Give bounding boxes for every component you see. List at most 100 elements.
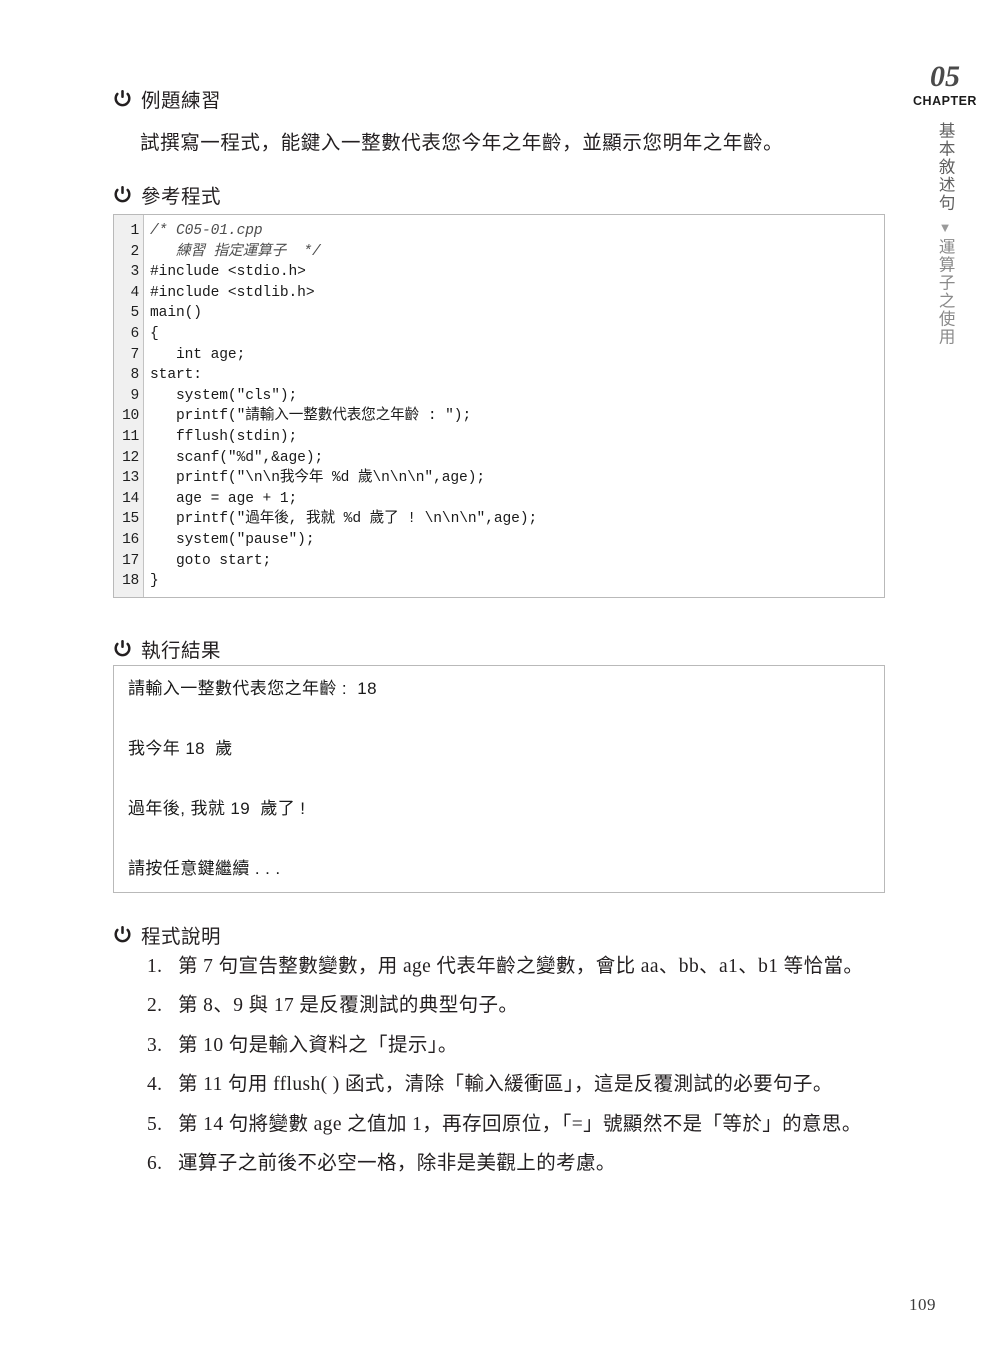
- code-line-number: 11: [122, 428, 139, 445]
- code-line-number: 8: [130, 367, 140, 384]
- explanation-item: 1. 第 7 句宣告整數變數，用 age 代表年齡之變數，會比 aa、bb、a1、…: [147, 952, 892, 982]
- power-icon: [113, 89, 132, 108]
- execution-output-lines: 請輸入一整數代表您之年齡 : 18 我今年 18 歲過年後, 我就 19 歲了 !…: [128, 679, 884, 892]
- code-line-text: /* C05-01.cpp: [150, 223, 263, 239]
- code-line-text: fflush(stdin);: [150, 428, 298, 445]
- code-line-text: printf("過年後, 我就 %d 歲了 ! \n\n\n",age);: [150, 511, 538, 528]
- code-lines-container: 1/* C05-01.cpp 2 練習 指定運算子 */3 #include <st…: [114, 215, 884, 592]
- explanation-item: 4. 第 11 句用 fflush( ) 函式，清除「輸入緩衝區」，這是反覆測試的…: [147, 1070, 892, 1100]
- explanation-item-number: 5.: [147, 1113, 163, 1135]
- chapter-rail: 05 CHAPTER 基本敘述句 ▼ 運算子之使用: [905, 62, 985, 351]
- code-line-text: start:: [150, 367, 202, 384]
- code-line: 6{: [114, 324, 884, 345]
- section-header-example: 例題練習: [113, 84, 221, 113]
- explanation-item-number: 4.: [147, 1074, 163, 1096]
- explanation-list: 1. 第 7 句宣告整數變數，用 age 代表年齡之變數，會比 aa、bb、a1、…: [147, 952, 892, 1188]
- page-number: 109: [909, 1295, 936, 1314]
- code-line: 12 scanf("%d",&age);: [114, 448, 884, 469]
- output-line: 過年後, 我就 19 歲了 !: [128, 799, 306, 818]
- code-line-number: 13: [122, 470, 139, 487]
- code-line-text: #include <stdlib.h>: [150, 284, 315, 301]
- triangle-down-icon: ▼: [938, 220, 952, 235]
- code-line: 18}: [114, 571, 884, 592]
- output-line: 請按任意鍵繼續 . . .: [128, 859, 281, 878]
- explanation-item: 6. 運算子之前後不必空一格，除非是美觀上的考慮。: [147, 1149, 892, 1179]
- code-line: 15 printf("過年後, 我就 %d 歲了 ! \n\n\n",age);: [114, 509, 884, 530]
- code-line-number: 7: [130, 346, 140, 363]
- explanation-item: 5. 第 14 句將變數 age 之值加 1，再存回原位，「=」號顯然不是「等於」…: [147, 1110, 892, 1140]
- power-icon: [113, 639, 132, 658]
- code-line: 3 #include <stdio.h>: [114, 262, 884, 283]
- code-line-text: printf("請輸入一整數代表您之年齡 : ");: [150, 408, 472, 425]
- explanation-item-number: 6.: [147, 1153, 163, 1175]
- code-line-number: 14: [122, 490, 139, 507]
- code-line-text: printf("\n\n我今年 %d 歲\n\n\n",age);: [150, 470, 486, 487]
- code-line-number: 6: [130, 325, 140, 342]
- explanation-item-text: 第 8、9 與 17 是反覆測試的典型句子。: [178, 995, 519, 1017]
- code-line-number: 18: [122, 573, 139, 590]
- chapter-subtitle-vertical: 運算子之使用: [936, 238, 955, 346]
- code-line-text: system("cls");: [150, 387, 298, 404]
- explanation-item-number: 2.: [147, 995, 163, 1017]
- output-line: 我今年 18 歲: [128, 739, 233, 758]
- code-line-text: {: [150, 325, 159, 342]
- code-line-text: int age;: [150, 346, 246, 363]
- code-line-text: 練習 指定運算子 */: [150, 243, 321, 260]
- code-line: 1 /* C05-01.cpp: [114, 221, 884, 242]
- explanation-item-text: 第 11 句用 fflush( ) 函式，清除「輸入緩衝區」，這是反覆測試的必要…: [178, 1074, 833, 1096]
- power-icon: [113, 925, 132, 944]
- code-line: 11 fflush(stdin);: [114, 427, 884, 448]
- output-line: 請輸入一整數代表您之年齡 : 18: [128, 679, 378, 698]
- section-header-reference-label: 參考程式: [141, 186, 222, 208]
- code-line-text: age = age + 1;: [150, 490, 298, 507]
- code-line: 7 int age;: [114, 345, 884, 366]
- section-header-result: 執行結果: [113, 634, 221, 663]
- code-line: 5 main(): [114, 303, 884, 324]
- explanation-item-number: 1.: [147, 956, 163, 977]
- code-line-number: 16: [122, 531, 139, 548]
- code-line-text: system("pause");: [150, 531, 315, 548]
- explanation-item-number: 3.: [147, 1034, 163, 1056]
- code-line-number: 12: [122, 449, 139, 466]
- chapter-word-label: CHAPTER: [913, 94, 977, 108]
- code-line-text: #include <stdio.h>: [150, 264, 306, 281]
- code-line: 2 練習 指定運算子 */: [114, 242, 884, 263]
- code-line-text: main(): [150, 305, 202, 322]
- code-line: 4 #include <stdlib.h>: [114, 283, 884, 304]
- code-line: 13 printf("\n\n我今年 %d 歲\n\n\n",age);: [114, 468, 884, 489]
- code-line-number: 4: [130, 284, 140, 301]
- code-line-text: scanf("%d",&age);: [150, 449, 324, 466]
- intro-paragraph: 試撰寫一程式，能鍵入一整數代表您今年之年齡，並顯示您明年之年齡。: [140, 133, 784, 154]
- section-header-explanation-label: 程式說明: [141, 926, 222, 948]
- code-line: 9 system("cls");: [114, 386, 884, 407]
- code-line-number: 1: [130, 223, 140, 239]
- explanation-item: 2. 第 8、9 與 17 是反覆測試的典型句子。: [147, 991, 892, 1021]
- code-line-text: goto start;: [150, 552, 272, 569]
- power-icon: [113, 185, 132, 204]
- code-line: 10 printf("請輸入一整數代表您之年齡 : ");: [114, 406, 884, 427]
- code-line-number: 3: [130, 264, 140, 281]
- section-header-result-label: 執行結果: [141, 640, 222, 662]
- section-header-reference: 參考程式: [113, 180, 221, 209]
- code-line: 8 start:: [114, 365, 884, 386]
- explanation-item-text: 第 10 句是輸入資料之「提示」。: [178, 1034, 458, 1056]
- chapter-number: 05: [930, 60, 960, 93]
- code-line: 14 age = age + 1;: [114, 489, 884, 510]
- code-line-number: 5: [130, 305, 140, 322]
- code-line-number: 10: [122, 408, 139, 425]
- chapter-title-vertical: 基本敘述句: [936, 122, 955, 212]
- code-line: 16 system("pause");: [114, 530, 884, 551]
- explanation-item-text: 第 7 句宣告整數變數，用 age 代表年齡之變數，會比 aa、bb、a1、b1…: [178, 956, 864, 977]
- code-line-number: 2: [130, 243, 140, 260]
- code-line-number: 15: [122, 511, 139, 528]
- section-header-example-label: 例題練習: [141, 90, 222, 112]
- code-line: 17 goto start;: [114, 551, 884, 572]
- code-line-number: 9: [130, 387, 140, 404]
- code-line-number: 17: [122, 552, 139, 569]
- explanation-item-text: 第 14 句將變數 age 之值加 1，再存回原位，「=」號顯然不是「等於」的意…: [178, 1113, 862, 1135]
- section-header-explanation: 程式說明: [113, 920, 221, 949]
- textbook-page: 05 CHAPTER 基本敘述句 ▼ 運算子之使用 例題練習 試撰寫一程式，能鍵…: [0, 0, 1000, 1353]
- execution-output-box: 請輸入一整數代表您之年齡 : 18 我今年 18 歲過年後, 我就 19 歲了 !…: [113, 665, 885, 893]
- explanation-item-text: 運算子之前後不必空一格，除非是美觀上的考慮。: [178, 1153, 616, 1175]
- code-listing-box: 1/* C05-01.cpp 2 練習 指定運算子 */3 #include <st…: [113, 214, 885, 598]
